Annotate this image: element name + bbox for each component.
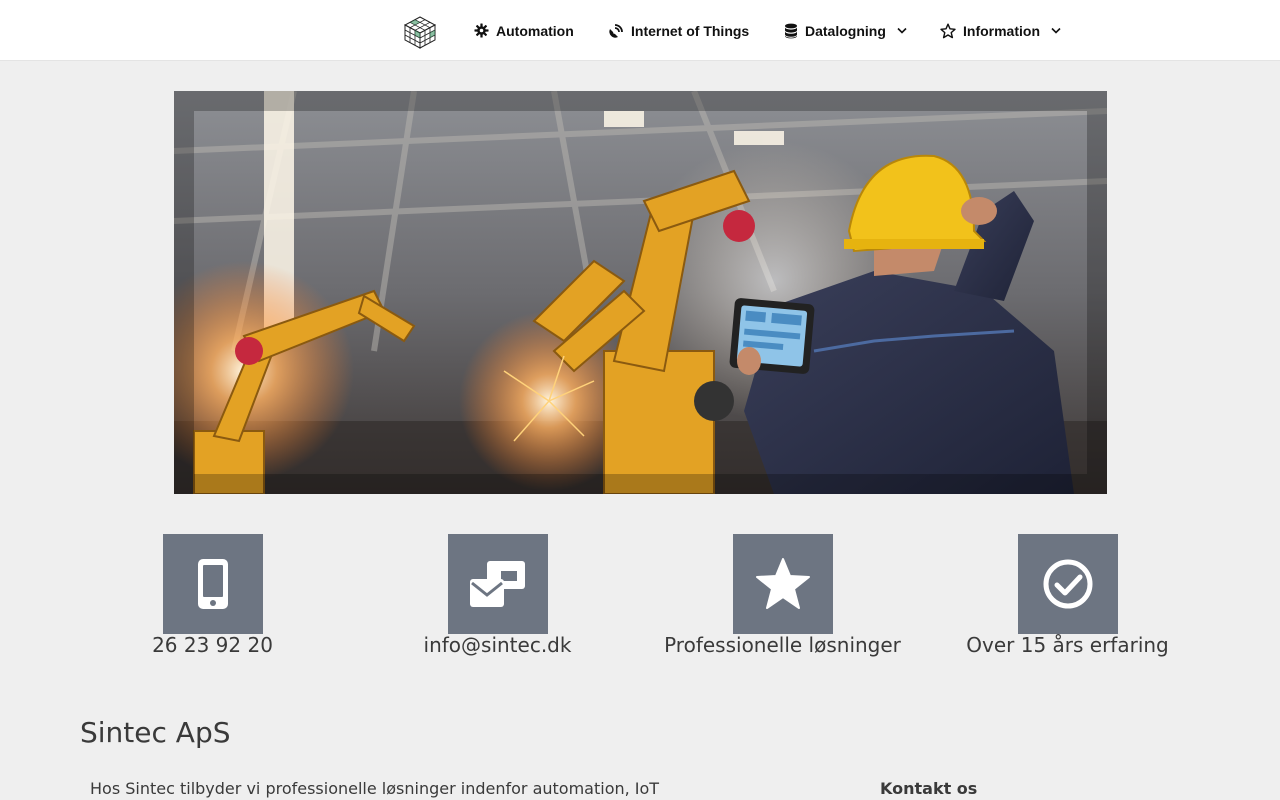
- nav-automation[interactable]: Automation: [474, 0, 574, 61]
- mobile-phone-icon: [198, 559, 228, 609]
- nav-automation-label: Automation: [496, 22, 574, 39]
- nav-datalogning[interactable]: Datalogning: [784, 0, 907, 61]
- rubiks-cube-icon: [403, 16, 437, 49]
- feature-professional-box: [733, 534, 833, 634]
- feature-phone-box: [163, 534, 263, 634]
- experience-text: Over 15 års erfaring: [966, 633, 1169, 657]
- site-header: Automation Internet of Things Datalognin…: [0, 0, 1280, 61]
- nav-information[interactable]: Information: [940, 0, 1061, 61]
- email-address[interactable]: info@sintec.dk: [355, 634, 640, 656]
- phone-number[interactable]: 26 23 92 20: [70, 634, 355, 656]
- feature-professional: Professionelle løsninger: [640, 534, 925, 664]
- company-title: Sintec ApS: [80, 716, 231, 749]
- professional-solutions-text: Professionelle løsninger: [664, 633, 901, 657]
- star-icon: [756, 558, 810, 609]
- chevron-down-icon: [1051, 27, 1061, 34]
- feature-experience-box: [1018, 534, 1118, 634]
- chevron-down-icon: [897, 27, 907, 34]
- star-outline-icon: [940, 23, 956, 38]
- contact-heading: Kontakt os: [880, 779, 978, 798]
- site-logo[interactable]: [402, 14, 438, 50]
- feature-experience: Over 15 års erfaring: [925, 534, 1210, 664]
- feature-email-box: [448, 534, 548, 634]
- nav-information-label: Information: [963, 22, 1040, 39]
- nav-datalogning-label: Datalogning: [805, 22, 886, 39]
- check-circle-icon: [1043, 559, 1093, 609]
- intro-text: Hos Sintec tilbyder vi professionelle lø…: [90, 779, 660, 798]
- satellite-dish-icon: [609, 23, 623, 38]
- feature-phone: 26 23 92 20: [70, 534, 355, 664]
- hero-image: [174, 91, 1107, 494]
- nav-internet-of-things[interactable]: Internet of Things: [608, 0, 749, 61]
- nav-internet-of-things-label: Internet of Things: [631, 22, 750, 39]
- gear-icon: [474, 23, 489, 38]
- database-icon: [785, 23, 797, 38]
- industrial-robots-photo: [174, 91, 1107, 494]
- feature-email: info@sintec.dk: [355, 534, 640, 664]
- mail-bulk-icon: [470, 561, 525, 607]
